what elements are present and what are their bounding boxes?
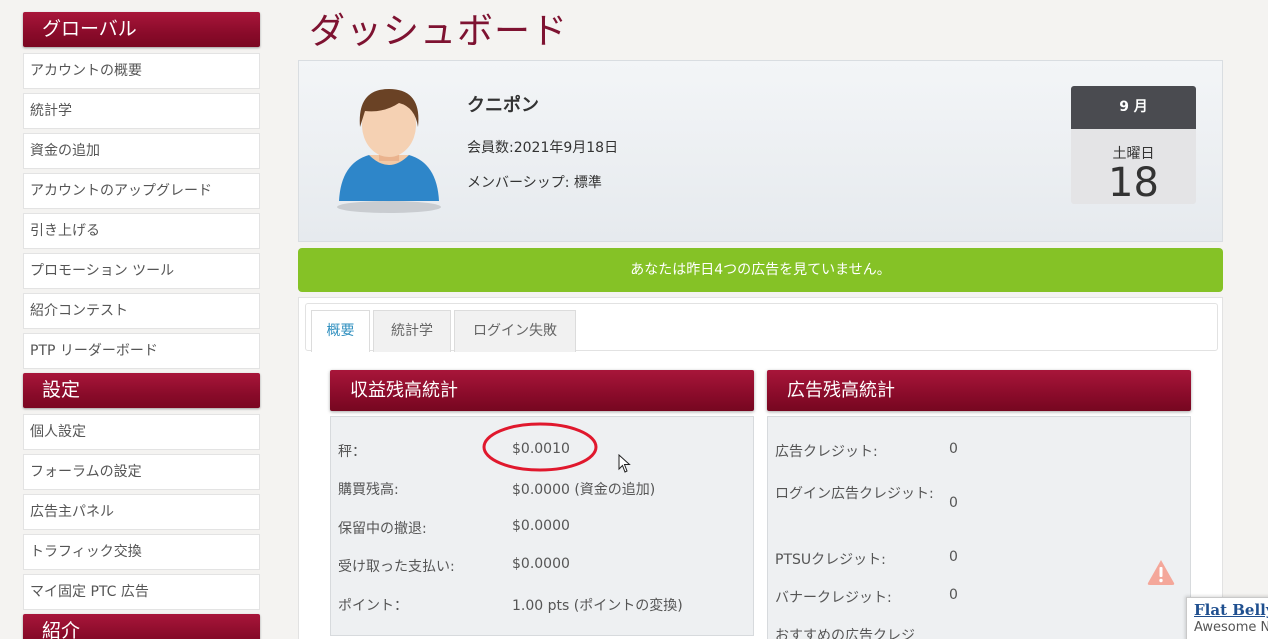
sidebar-item-promotion-tools[interactable]: プロモーション ツール xyxy=(23,253,260,289)
calendar-weekday: 土曜日 xyxy=(1112,146,1155,162)
profile-card: クニポン 会員数:2021年9月18日 メンバーシップ: 標準 9 月 土曜日 … xyxy=(298,60,1223,242)
tab-login-failures[interactable]: ログイン失敗 xyxy=(454,310,576,352)
member-since: 会員数:2021年9月18日 xyxy=(467,140,619,156)
annotation-circle xyxy=(482,422,598,472)
sidebar-item-upgrade[interactable]: アカウントのアップグレード xyxy=(23,173,260,209)
ads-label-ptsu-credits: PTSUクレジット: xyxy=(775,552,886,568)
username: クニポン xyxy=(467,95,539,116)
tab-statistics[interactable]: 統計学 xyxy=(373,310,451,352)
stats-tab-container: 概要 統計学 ログイン失敗 収益残高統計 秤： $0.0010 購買残高: $0… xyxy=(298,297,1223,639)
sidebar-item-advertiser-panel[interactable]: 広告主パネル xyxy=(23,494,260,530)
earnings-label-balance: 秤： xyxy=(338,444,366,460)
earnings-label-points: ポイント： xyxy=(338,598,408,614)
ads-alert-banner: あなたは昨日4つの広告を見ていません。 xyxy=(298,248,1223,292)
mouse-cursor-icon xyxy=(618,454,631,473)
tab-overview[interactable]: 概要 xyxy=(311,310,370,352)
earnings-label-purchase-balance: 購買残高: xyxy=(338,482,399,498)
ads-value-login-ad-credits: 0 xyxy=(949,495,958,511)
page-title: ダッシュボード xyxy=(309,11,569,52)
calendar-month: 9 月 xyxy=(1071,86,1196,129)
ads-value-banner-credits: 0 xyxy=(949,587,958,603)
earnings-label-pending-withdrawal: 保留中の撤退: xyxy=(338,521,427,537)
earnings-value-purchase-balance[interactable]: $0.0000 (資金の追加) xyxy=(512,479,655,499)
ads-value-ad-credits: 0 xyxy=(949,441,958,457)
ads-label-banner-credits: バナークレジット: xyxy=(775,590,892,606)
sidebar-item-statistics[interactable]: 統計学 xyxy=(23,93,260,129)
sidebar-item-personal-settings[interactable]: 個人設定 xyxy=(23,414,260,450)
calendar-widget: 9 月 土曜日 18 xyxy=(1071,86,1196,204)
sidebar-item-forum-settings[interactable]: フォーラムの設定 xyxy=(23,454,260,490)
popup-subtitle: Awesome N xyxy=(1194,620,1268,635)
warning-icon[interactable] xyxy=(1146,558,1176,586)
earnings-value-received-payments: $0.0000 xyxy=(512,556,570,572)
ads-label-login-ad-credits: ログイン広告クレジット: xyxy=(775,486,934,502)
sidebar-item-add-funds[interactable]: 資金の追加 xyxy=(23,133,260,169)
user-avatar xyxy=(337,89,441,213)
membership-level: メンバーシップ: 標準 xyxy=(467,175,602,191)
sidebar-section-settings: 設定 xyxy=(23,373,260,408)
popup-title-link[interactable]: Flat Belly xyxy=(1194,601,1268,619)
sidebar-item-traffic-exchange[interactable]: トラフィック交換 xyxy=(23,534,260,570)
sidebar-item-ptp-leaderboard[interactable]: PTP リーダーボード xyxy=(23,333,260,369)
calendar-day: 18 xyxy=(1108,160,1159,204)
sidebar-item-account-overview[interactable]: アカウントの概要 xyxy=(23,53,260,89)
ads-label-ad-credits: 広告クレジット: xyxy=(775,444,878,460)
sidebar-item-referral-contest[interactable]: 紹介コンテスト xyxy=(23,293,260,329)
sidebar-item-fixed-ptc-ads[interactable]: マイ固定 PTC 広告 xyxy=(23,574,260,610)
sidebar-section-referrals: 紹介 xyxy=(23,614,260,639)
earnings-value-points[interactable]: 1.00 pts (ポイントの変換) xyxy=(512,595,683,615)
tab-bar: 概要 統計学 ログイン失敗 xyxy=(305,303,1218,352)
sidebar-section-global: グローバル xyxy=(23,12,260,47)
earnings-value-pending-withdrawal: $0.0000 xyxy=(512,518,570,534)
ads-label-featured-ad-credits: おすすめの広告クレジ xyxy=(775,628,915,639)
earnings-label-received-payments: 受け取った支払い: xyxy=(338,559,455,575)
earnings-panel-title: 収益残高統計 xyxy=(330,370,754,411)
corner-ad-popup[interactable]: Flat Belly Awesome N xyxy=(1186,597,1268,639)
ads-panel-title: 広告残高統計 xyxy=(767,370,1191,411)
ads-value-ptsu-credits: 0 xyxy=(949,549,958,565)
sidebar-item-withdraw[interactable]: 引き上げる xyxy=(23,213,260,249)
